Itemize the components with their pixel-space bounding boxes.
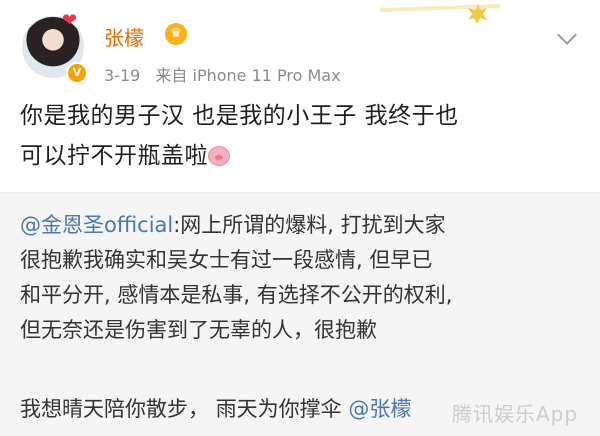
post-line-2: 可以拧不开瓶盖啦 (20, 143, 208, 169)
user-name[interactable]: 张檬 (104, 22, 144, 51)
post-content: 你是我的男子汉 也是我的小王子 我终于也 可以拧不开瓶盖啦 (20, 96, 588, 176)
repost-line-2: 很抱歉我确实和吴女士有过一段感情, 但早已 (20, 248, 433, 272)
second-text: 我想晴天陪你散步， 雨天为你撑伞 (20, 397, 349, 421)
bow-icon: ❤ (62, 10, 78, 31)
avatar[interactable]: ❤ V (22, 10, 88, 84)
post-line-2-wrap: 可以拧不开瓶盖啦 (20, 136, 588, 176)
repost-line-4: 但无奈还是伤害到了无辜的人，很抱歉 (20, 318, 377, 342)
repost-block[interactable]: @金恩圣official:网上所谓的爆料, 打扰到大家 很抱歉我确实和吴女士有过… (0, 194, 600, 436)
repost-line-3: 和平分开, 感情本是私事, 有选择不公开的权利, (20, 283, 453, 307)
post-source: 来自 iPhone 11 Pro Max (155, 66, 341, 85)
crown-icon: ♛ (165, 23, 187, 45)
verified-badge-icon: V (66, 62, 88, 84)
weibo-post: ❤ V 张檬 ♛ 3-19 来自 iPhone 11 Pro Max 你是我的男… (0, 0, 600, 194)
pig-emoji-icon (208, 146, 230, 166)
second-mention[interactable]: @张檬 (348, 397, 411, 421)
repost-mention[interactable]: @金恩圣official (20, 213, 173, 237)
repost-line-1: @金恩圣official:网上所谓的爆料, 打扰到大家 (20, 208, 590, 243)
post-meta: 3-19 来自 iPhone 11 Pro Max (104, 62, 341, 86)
repost-content: @金恩圣official:网上所谓的爆料, 打扰到大家 很抱歉我确实和吴女士有过… (20, 208, 590, 348)
post-date: 3-19 (104, 66, 141, 85)
repost-line-1-text: :网上所谓的爆料, 打扰到大家 (173, 213, 446, 237)
post-line-1: 你是我的男子汉 也是我的小王子 我终于也 (20, 103, 459, 129)
watermark: 腾讯娱乐App (452, 402, 579, 426)
